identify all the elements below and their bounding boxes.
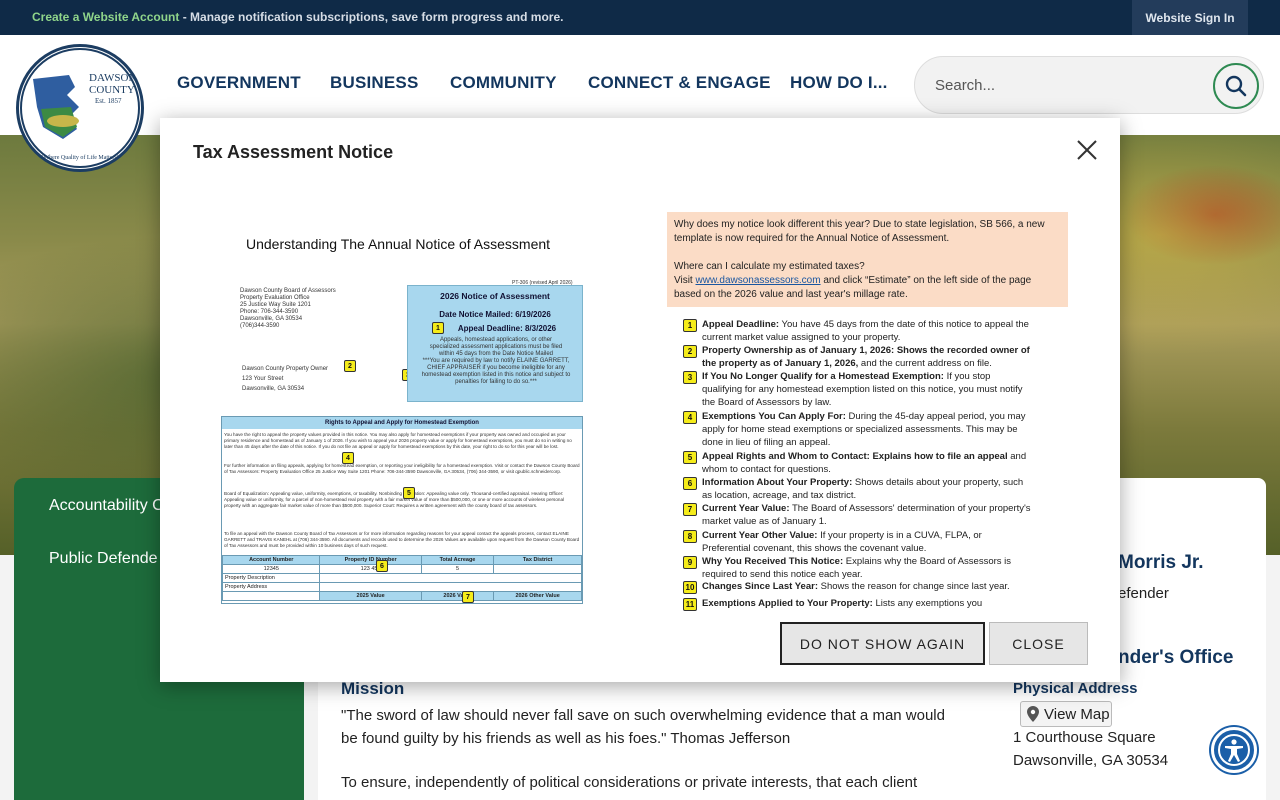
view-map-button[interactable]: View Map xyxy=(1020,701,1112,727)
nav-connect-engage[interactable]: CONNECT & ENGAGE xyxy=(588,73,771,93)
nav-community[interactable]: COMMUNITY xyxy=(450,73,557,93)
mission-quote-line2: be found guilty by his friends as well a… xyxy=(341,730,791,747)
mission-paragraph: To ensure, independently of political co… xyxy=(341,774,918,791)
rights-section: Rights to Appeal and Apply for Homestead… xyxy=(221,416,583,604)
notice-title: Understanding The Annual Notice of Asses… xyxy=(246,236,551,252)
assessment-notice-image: Understanding The Annual Notice of Asses… xyxy=(202,214,642,610)
search-button[interactable] xyxy=(1213,63,1259,109)
explanation-item: If You No Longer Qualify for a Homestead… xyxy=(702,371,1023,408)
nav-how-do-i[interactable]: HOW DO I... xyxy=(790,73,888,93)
faq-q2: Where can I calculate my estimated taxes… xyxy=(674,261,865,272)
office-heading: nder's Office xyxy=(1118,647,1234,668)
top-announcement-bar: Create a Website Account - Manage notifi… xyxy=(0,0,1280,35)
explanation-marker-5: 5 xyxy=(683,451,697,464)
website-sign-in-button[interactable]: Website Sign In xyxy=(1132,0,1248,35)
faq-q1: Why does my notice look different this y… xyxy=(674,219,1045,244)
explanation-marker-9: 9 xyxy=(683,556,697,569)
rights-text-4: To file an appeal with the Dawson County… xyxy=(224,531,580,548)
search-box[interactable]: Search... xyxy=(914,56,1264,114)
explanation-item: Changes Since Last Year: Shows the reaso… xyxy=(702,581,1010,592)
explanation-item: Current Year Value: The Board of Assesso… xyxy=(702,503,1031,527)
explanation-item: Current Year Other Value: If your proper… xyxy=(702,530,982,554)
contact-name: Morris Jr. xyxy=(1118,552,1204,573)
address-line1: 1 Courthouse Square xyxy=(1013,729,1156,746)
contact-role: efender xyxy=(1118,585,1169,602)
logo-motto: "Where Quality of Life Matters" xyxy=(41,154,120,161)
appeal-deadline: Appeal Deadline: 8/3/2026 xyxy=(457,324,557,333)
notice-marker-7: 7 xyxy=(462,591,474,603)
rights-text-1: You have the right to appeal the propert… xyxy=(224,432,572,449)
close-button[interactable]: CLOSE xyxy=(989,622,1088,665)
blue-title: 2026 Notice of Assessment xyxy=(440,291,550,301)
property-table: Account Number Property ID Number Total Ac… xyxy=(221,555,582,601)
explanation-marker-1: 1 xyxy=(683,319,697,332)
do-not-show-again-button[interactable]: DO NOT SHOW AGAIN xyxy=(780,622,985,665)
account-message-text: - Manage notification subscriptions, sav… xyxy=(179,10,564,24)
accessibility-button[interactable] xyxy=(1211,727,1257,773)
assessors-link[interactable]: www.dawsonassessors.com xyxy=(696,275,821,286)
blue-text: Appeals, homestead applications, or othe… xyxy=(429,337,563,357)
modal-title: Tax Assessment Notice xyxy=(193,142,394,162)
mission-heading: Mission xyxy=(341,679,405,698)
faq-box: Why does my notice look different this y… xyxy=(667,212,1068,307)
logo-line2: COUNTY xyxy=(89,84,135,96)
explanation-marker-10: 10 xyxy=(683,581,697,594)
map-pin-icon xyxy=(1027,706,1039,722)
physical-address-label: Physical Address xyxy=(1013,680,1138,697)
county-logo[interactable]: DAWSON COUNTY Est. 1857 "Where Quality o… xyxy=(16,44,144,172)
rights-text-3: Board of Equalization: Appealing value, … xyxy=(224,491,565,508)
notice-explanations: Why does my notice look different this y… xyxy=(667,212,1068,612)
rights-text-2: For further information on filing appeal… xyxy=(224,463,580,474)
date-mailed: Date Notice Mailed: 6/19/2026 xyxy=(439,310,551,319)
nav-business[interactable]: BUSINESS xyxy=(330,73,419,93)
explanation-marker-4: 4 xyxy=(683,411,697,424)
search-input[interactable]: Search... xyxy=(935,77,995,94)
explanation-item: Exemptions Applied to Your Property: Lis… xyxy=(702,598,983,609)
faq-a2: Visit www.dawsonassessors.com and click … xyxy=(674,275,1032,300)
blue-warning: ***You are required by law to notify ELA… xyxy=(421,358,571,385)
explanation-item: Why You Received This Notice: Explains w… xyxy=(702,556,1012,580)
explanation-item: Property Ownership as of January 1, 2026… xyxy=(702,345,1030,369)
logo-est: Est. 1857 xyxy=(95,97,122,105)
explanation-item: Information About Your Property: Shows d… xyxy=(702,477,1024,501)
explanation-marker-11: 11 xyxy=(683,598,697,611)
tax-assessment-modal: Tax Assessment Notice Understanding The … xyxy=(160,118,1120,682)
account-message: Create a Website Account - Manage notifi… xyxy=(32,10,563,24)
notice-marker-1: 1 xyxy=(432,322,444,334)
mission-quote-line1: "The sword of law should never fall save… xyxy=(341,707,945,724)
create-account-link[interactable]: Create a Website Account xyxy=(32,10,179,24)
sidebar-item-accountability[interactable]: Accountability C xyxy=(49,497,164,515)
notice-marker-5: 5 xyxy=(403,487,415,499)
county-seal-icon: DAWSON COUNTY Est. 1857 "Where Quality o… xyxy=(20,48,140,168)
explanation-marker-6: 6 xyxy=(683,477,697,490)
close-icon xyxy=(1077,140,1097,160)
notice-marker-2: 2 xyxy=(344,360,356,372)
explanation-marker-8: 8 xyxy=(683,530,697,543)
explanation-marker-7: 7 xyxy=(683,503,697,516)
search-icon xyxy=(1225,75,1247,97)
nav-government[interactable]: GOVERNMENT xyxy=(177,73,301,93)
view-map-label: View Map xyxy=(1044,705,1110,723)
sidebar-item-public-defender[interactable]: Public Defende xyxy=(49,550,158,568)
explanation-item: Exemptions You Can Apply For: During the… xyxy=(702,411,1026,448)
office-address: Dawson County Board of Assessors Property… xyxy=(240,288,336,329)
accessibility-icon xyxy=(1218,734,1250,766)
notice-marker-4: 4 xyxy=(342,452,354,464)
logo-line1: DAWSON xyxy=(89,72,136,84)
rights-title: Rights to Appeal and Apply for Homestead… xyxy=(222,417,582,429)
explanation-item: Appeal Rights and Whom to Contact: Expla… xyxy=(702,451,1027,475)
notice-summary-box: 2026 Notice of Assessment Date Notice Ma… xyxy=(407,285,583,402)
explanation-item: Appeal Deadline: You have 45 days from t… xyxy=(702,319,1029,343)
notice-marker-6: 6 xyxy=(376,560,388,572)
explanation-marker-2: 2 xyxy=(683,345,697,358)
address-line2: Dawsonville, GA 30534 xyxy=(1013,752,1169,769)
modal-close-button[interactable] xyxy=(1075,138,1099,162)
explanation-marker-3: 3 xyxy=(683,371,697,384)
